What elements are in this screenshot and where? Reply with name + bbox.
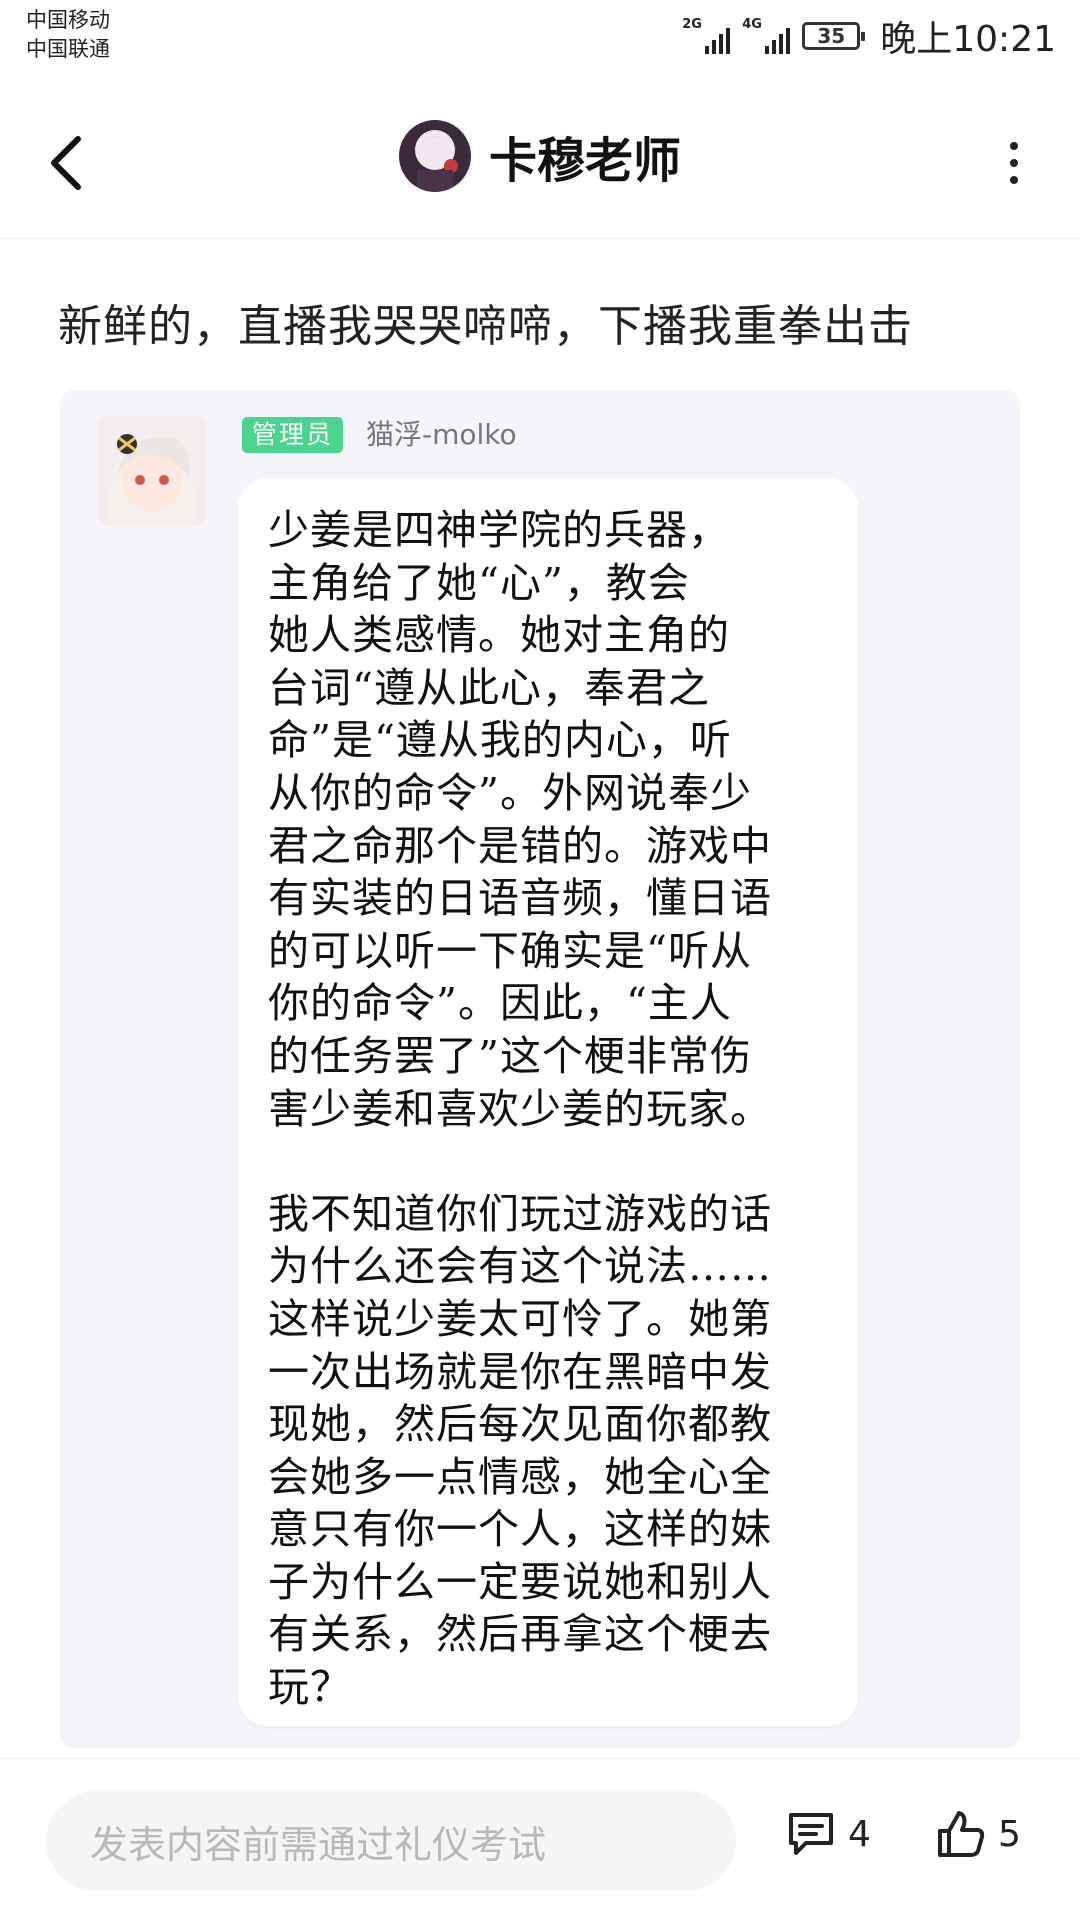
carrier-2: 中国联通 [26, 37, 110, 61]
comment-icon [789, 1813, 833, 1855]
like-count: 5 [998, 1813, 1021, 1855]
message-bubble: 少姜是四神学院的兵器， 主角给了她“心”，教会 她人类感情。她对主角的 台词“遵… [238, 478, 858, 1726]
carrier-1: 中国移动 [26, 8, 110, 32]
admin-badge: 管理员 [242, 417, 344, 453]
network-type-1: 2G [682, 17, 702, 32]
post-image[interactable]: 管理员 猫浮-molko 少姜是四神学院的兵器， 主角给了她“心”，教会 她人类… [60, 390, 1020, 1748]
more-options-button[interactable] [984, 128, 1044, 198]
battery-icon: 35 [802, 22, 866, 50]
comment-input[interactable]: 发表内容前需通过礼仪考试 [46, 1791, 736, 1891]
thumbs-up-icon [938, 1811, 985, 1857]
chat-avatar [97, 416, 207, 526]
network-type-2: 4G [742, 17, 762, 32]
more-vertical-icon [1010, 142, 1018, 150]
clock: 晚上10:21 [880, 19, 1056, 60]
sender-name: 猫浮-molko [366, 418, 517, 451]
status-icons: 2G 4G 35 晚上10:21 [682, 14, 1056, 60]
top-bar: 卡穆老师 [0, 86, 1080, 239]
message-text: 少姜是四神学院的兵器， 主角给了她“心”，教会 她人类感情。她对主角的 台词“遵… [268, 504, 842, 1714]
message-paragraph-2: 我不知道你们玩过游戏的话 为什么还会有这个说法…… 这样说少姜太可怜了。她第 一… [268, 1189, 772, 1712]
post-text: 新鲜的，直播我哭哭啼啼，下播我重拳出击 [58, 301, 913, 352]
comment-count: 4 [848, 1813, 871, 1855]
signal-2g-icon: 2G [682, 17, 731, 54]
comment-button[interactable]: 4 [786, 1809, 871, 1859]
battery-level: 35 [817, 24, 846, 48]
status-bar: 中国移动 中国联通 2G 4G 35 晚上10:21 [0, 0, 1080, 80]
title-group: 卡穆老师 [0, 120, 1080, 192]
message-paragraph-1: 少姜是四神学院的兵器， 主角给了她“心”，教会 她人类感情。她对主角的 台词“遵… [268, 506, 772, 1133]
signal-4g-icon: 4G [742, 17, 791, 54]
carrier-info: 中国移动 中国联通 [26, 6, 110, 64]
avatar[interactable] [398, 120, 471, 192]
bottom-bar: 发表内容前需通过礼仪考试 4 5 [0, 1758, 1080, 1921]
like-button[interactable]: 5 [936, 1809, 1021, 1859]
page-title: 卡穆老师 [488, 133, 681, 189]
